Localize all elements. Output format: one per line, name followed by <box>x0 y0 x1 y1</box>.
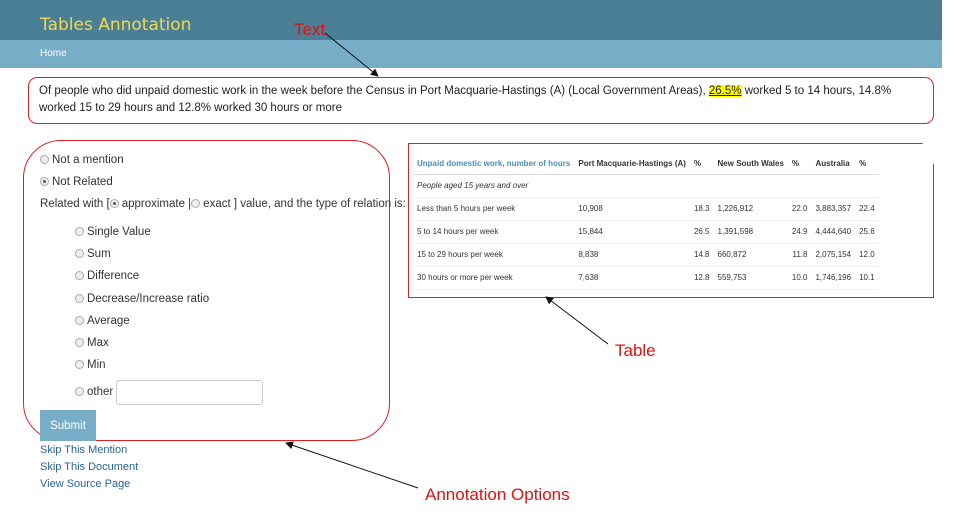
annotation-arrows <box>285 32 609 489</box>
arrow-to-options <box>285 441 419 489</box>
arrow-to-text <box>324 32 379 77</box>
arrow-to-table <box>545 296 609 345</box>
